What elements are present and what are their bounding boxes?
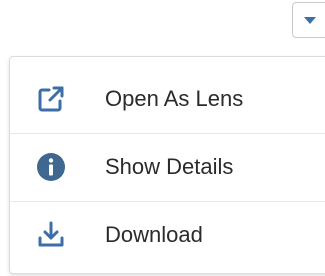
menu-divider	[10, 133, 325, 134]
dropdown-menu: Open As Lens Show Details Download	[9, 56, 325, 274]
download-icon	[38, 221, 64, 247]
menu-item-open-as-lens[interactable]: Open As Lens	[10, 69, 325, 129]
menu-trigger-button[interactable]	[292, 2, 325, 38]
menu-item-download[interactable]: Download	[10, 204, 325, 266]
menu-item-show-details[interactable]: Show Details	[10, 137, 325, 197]
external-link-icon	[38, 86, 64, 112]
menu-item-label: Download	[105, 222, 203, 247]
menu-divider	[10, 201, 325, 202]
info-icon	[37, 153, 65, 181]
menu-item-label: Open As Lens	[105, 86, 244, 111]
menu-item-label: Show Details	[105, 154, 234, 179]
chevron-down-icon	[304, 17, 316, 24]
